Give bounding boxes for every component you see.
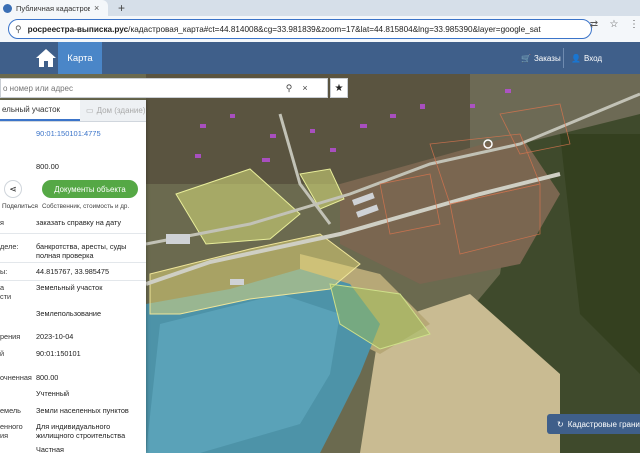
- full-check-link[interactable]: полная проверка: [36, 251, 144, 260]
- info-label: ия: [0, 431, 9, 440]
- clear-icon[interactable]: ×: [297, 83, 313, 93]
- info-label: й: [0, 349, 5, 358]
- tab-land-parcel-label: ельный участок: [2, 105, 61, 114]
- new-tab-icon[interactable]: +: [118, 1, 125, 15]
- building-icon: ▭: [86, 106, 94, 115]
- browser-tab[interactable]: Публичная кадастровая ка ×: [0, 0, 108, 16]
- home-icon[interactable]: [34, 46, 58, 70]
- info-value: 90:01:150101: [36, 349, 81, 358]
- close-icon[interactable]: ×: [94, 3, 99, 13]
- tab-building[interactable]: ▭ Дом (здание): [80, 100, 146, 121]
- info-label: рения: [0, 332, 21, 341]
- info-value: Учтенный: [36, 389, 70, 398]
- address-bar[interactable]: ⚲ росреестра-выписка.рус/кадастровая_кар…: [8, 19, 592, 39]
- tab-map-label: Карта: [67, 52, 93, 64]
- object-documents-button[interactable]: Документы объекта: [42, 180, 138, 198]
- browser-navbar: ⚲ росреестра-выписка.рус/кадастровая_кар…: [0, 16, 640, 42]
- info-value: 800.00: [36, 373, 59, 382]
- info-value: Земли населенных пунктов: [36, 406, 129, 415]
- bookmark-star-icon[interactable]: ☆: [608, 19, 620, 30]
- cart-icon: 🛒: [521, 53, 531, 63]
- orders-button[interactable]: 🛒 Заказы: [521, 42, 561, 74]
- object-documents-subtitle: Собственник, стоимость и др.: [42, 203, 130, 210]
- order-certificate-link[interactable]: заказать справку на дату: [36, 218, 144, 227]
- tab-land-parcel[interactable]: ельный участок: [0, 100, 80, 121]
- tab-map[interactable]: Карта: [58, 42, 102, 74]
- login-label: Вход: [583, 53, 603, 63]
- cadastral-borders-button[interactable]: ↻ Кадастровые границ: [547, 414, 640, 434]
- site-settings-icon[interactable]: ⚲: [15, 24, 22, 35]
- translate-icon[interactable]: ⇄: [588, 19, 600, 30]
- info-value: 2023-10-04: [36, 332, 74, 341]
- info-value: Для индивидуального: [36, 422, 111, 431]
- divider: [0, 233, 146, 234]
- share-button[interactable]: ⋖: [4, 180, 22, 198]
- search-input[interactable]: [1, 83, 281, 93]
- info-label: емель: [0, 406, 21, 415]
- info-value: жилищного строительства: [36, 431, 126, 440]
- browser-toolbar-icons: ⇄ ☆ ⋮: [588, 19, 640, 30]
- url-path: /кадастровая_карта#ct=44.814008&cg=33.98…: [128, 24, 541, 34]
- orders-label: Заказы: [533, 53, 561, 63]
- info-label: очненная: [0, 373, 32, 382]
- panel-tabs: ельный участок ▭ Дом (здание): [0, 100, 146, 122]
- info-label: енного: [0, 422, 23, 431]
- info-value: банкротства, аресты, суды: [36, 242, 127, 251]
- site-favicon-icon: [3, 3, 12, 13]
- browser-tab-title: Публичная кадастровая ка: [16, 3, 90, 13]
- coordinates-value: 44.815767, 33.985475: [36, 267, 110, 276]
- map-search-bar: ⚲ ×: [0, 78, 328, 98]
- login-button[interactable]: 👤 Вход: [571, 42, 602, 74]
- info-label: деле:: [0, 242, 19, 251]
- info-value: Землепользование: [36, 309, 102, 318]
- area-value: 800.00: [36, 162, 59, 171]
- info-label: я: [0, 218, 4, 227]
- info-label: ы:: [0, 267, 8, 276]
- favorites-star-icon[interactable]: ★: [330, 78, 348, 98]
- url-text: росреестра-выписка.рус/кадастровая_карта…: [28, 25, 541, 34]
- object-info-panel: ельный участок ▭ Дом (здание) 90:01:1501…: [0, 100, 146, 453]
- browser-menu-icon[interactable]: ⋮: [628, 19, 640, 30]
- cadastral-number-link[interactable]: 90:01:150101:4775: [36, 129, 101, 138]
- header-divider: [563, 48, 564, 68]
- share-label: Поделиться: [2, 203, 38, 210]
- browser-tab-bar: Публичная кадастровая ка × +: [0, 0, 640, 16]
- info-label: сти: [0, 292, 12, 301]
- cadastral-borders-label: Кадастровые границ: [567, 419, 640, 429]
- divider: [0, 280, 146, 281]
- info-label: а: [0, 283, 5, 292]
- object-documents-label: Документы объекта: [54, 184, 126, 194]
- info-value: Земельный участок: [36, 283, 103, 292]
- share-icon: ⋖: [9, 183, 17, 194]
- search-icon[interactable]: ⚲: [281, 83, 297, 94]
- url-domain: росреестра-выписка.рус: [27, 24, 129, 34]
- user-icon: 👤: [571, 53, 581, 63]
- info-value: Частная: [36, 445, 64, 453]
- refresh-icon: ↻: [557, 419, 564, 429]
- tab-building-label: Дом (здание): [96, 106, 146, 115]
- site-header: Карта 🛒 Заказы 👤 Вход: [0, 42, 640, 74]
- divider: [0, 262, 146, 263]
